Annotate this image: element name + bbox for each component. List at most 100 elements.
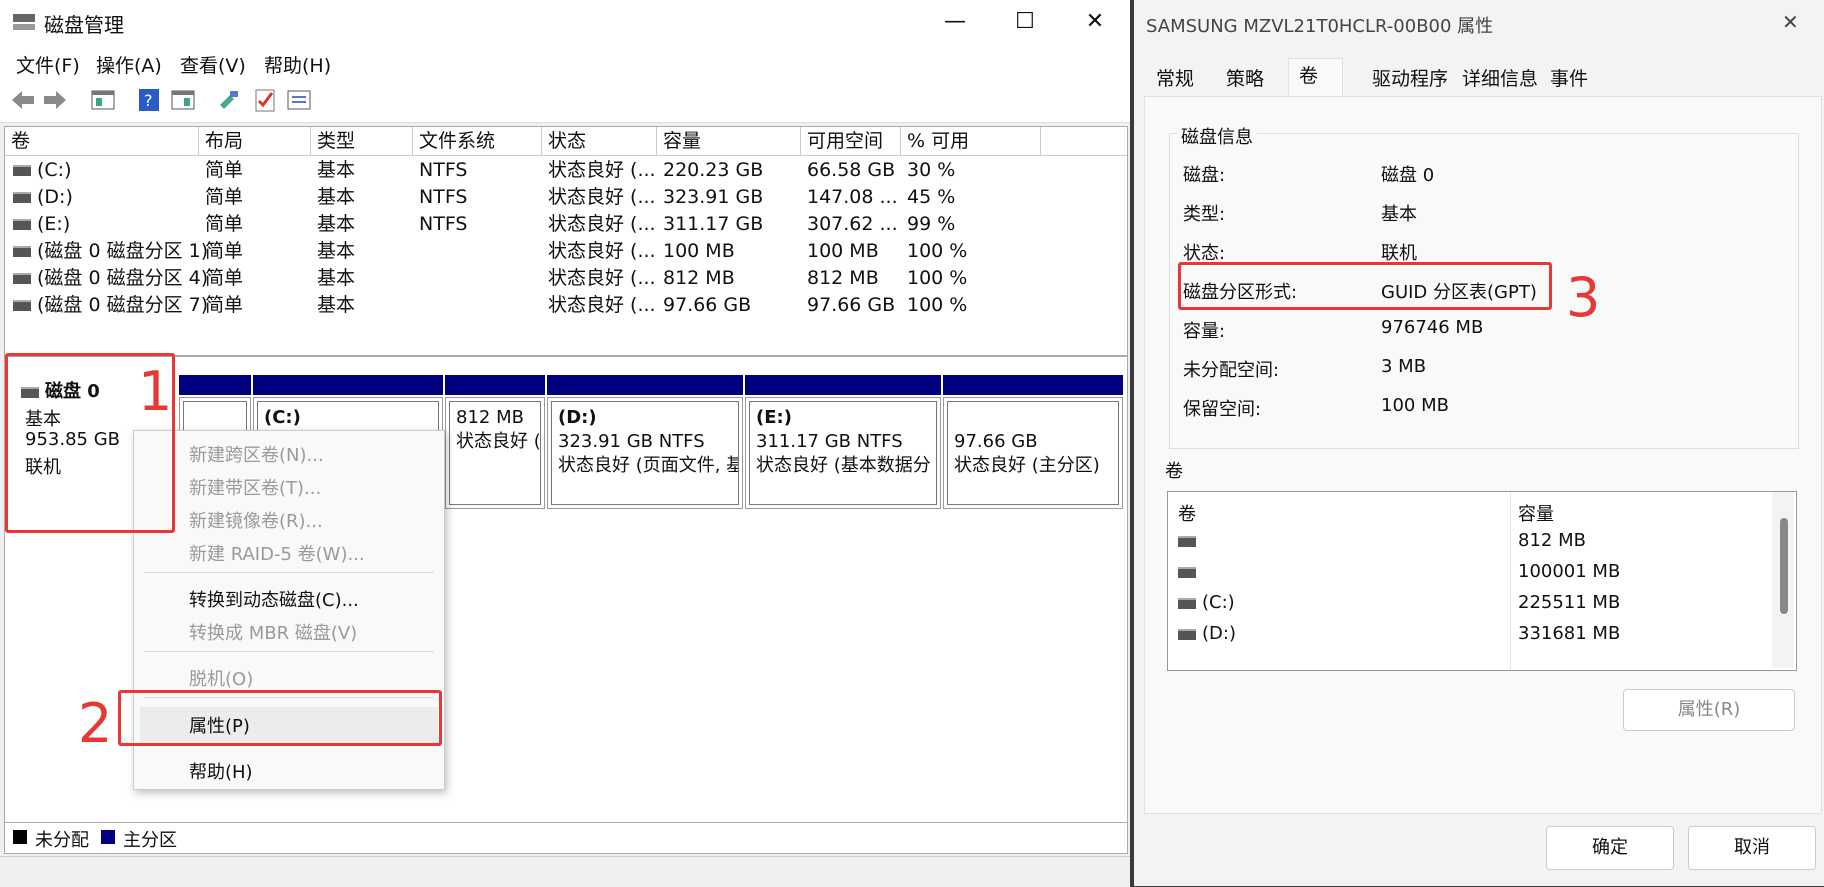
legend-primary-label: 主分区 [123,830,177,851]
info-value-unallocated: 3 MB [1381,356,1427,377]
partition-header-bar [547,375,743,395]
menu-item-new-raid5[interactable]: 新建 RAID-5 卷(W)... [189,540,365,566]
ok-button[interactable]: 确定 [1546,826,1674,870]
table-cell: 状态良好 (... [548,240,656,262]
forward-arrow-icon[interactable] [42,87,68,113]
volumes-scrollbar[interactable] [1772,492,1794,668]
table-cell: (D:) [13,184,73,211]
table-cell: 99 % [907,213,956,235]
volume-row[interactable]: (C:) [1178,592,1235,613]
col-header-volume[interactable]: 卷 [5,127,199,156]
connect-icon[interactable] [216,87,242,113]
col-header-filler [1041,127,1127,156]
table-cell: (磁盘 0 磁盘分区 1) [13,238,208,265]
menu-bar: 文件(F) 操作(A) 查看(V) 帮助(H) [0,44,1130,80]
table-cell: 97.66 GB [807,294,896,316]
table-cell: 基本 [317,159,356,181]
menu-view[interactable]: 查看(V) [180,51,246,78]
menu-item-new-striped[interactable]: 新建带区卷(T)... [189,474,321,500]
table-cell: 状态良好 (... [548,213,656,235]
table-cell: 220.23 GB [663,159,764,181]
console-tree-icon[interactable] [90,87,116,113]
legend-primary-swatch [101,830,115,844]
table-row[interactable]: (E:) 简单 基本 NTFS 状态良好 (... 311.17 GB 307.62 ...… [5,211,1127,238]
table-cell: 812 MB [663,267,735,289]
volume-row[interactable]: (D:) [1178,623,1236,644]
menu-action[interactable]: 操作(A) [96,51,162,78]
table-row[interactable]: (D:) 简单 基本 NTFS 状态良好 (... 323.91 GB 147.08 ...… [5,184,1127,211]
tab-events[interactable]: 事件 [1540,62,1598,96]
menu-file[interactable]: 文件(F) [16,51,80,78]
table-cell: 基本 [317,294,356,316]
dialog-title: SAMSUNG MZVL21T0HCLR-00B00 属性 [1146,16,1494,37]
col-header-type[interactable]: 类型 [311,127,413,156]
col-header-free-space[interactable]: 可用空间 [801,127,901,156]
info-label-unallocated: 未分配空间: [1183,360,1280,381]
tab-volumes[interactable]: 卷 [1288,58,1344,97]
info-value-type: 基本 [1381,204,1417,225]
volume-row-size: 331681 MB [1518,623,1621,644]
properties-list-icon[interactable] [286,87,312,113]
info-value-capacity: 976746 MB [1381,317,1484,338]
minimize-button[interactable]: — [920,0,990,44]
tab-policies[interactable]: 策略 [1216,62,1274,96]
table-cell: 30 % [907,159,956,181]
partition-primary-unnamed[interactable]: 97.66 GB 状态良好 (主分区) [943,397,1123,509]
table-cell: 45 % [907,186,956,208]
help-icon[interactable]: ? [136,87,162,113]
table-row[interactable]: (磁盘 0 磁盘分区 7) 简单 基本 状态良好 (... 97.66 GB 97.66 … [5,292,1127,319]
table-cell: 100 % [907,294,968,316]
table-row[interactable]: (磁盘 0 磁盘分区 4) 简单 基本 状态良好 (... 812 MB 812 MB 10… [5,265,1127,292]
table-cell: 100 % [907,240,968,262]
table-cell: 基本 [317,267,356,289]
menu-help[interactable]: 帮助(H) [264,51,331,78]
partition-recovery[interactable]: 812 MB 状态良好 ( [445,397,545,509]
table-row[interactable]: (磁盘 0 磁盘分区 1) 简单 基本 状态良好 (... 100 MB 100 MB 10… [5,238,1127,265]
table-cell: 323.91 GB [663,186,764,208]
info-label-type: 类型: [1183,204,1226,225]
table-row[interactable]: (C:) 简单 基本 NTFS 状态良好 (... 220.23 GB 66.58 GB 30… [5,157,1127,184]
tab-general[interactable]: 常规 [1146,62,1204,96]
checklist-icon[interactable] [252,87,278,113]
show-pane-icon[interactable] [170,87,196,113]
vol-col-header-capacity[interactable]: 容量 [1518,500,1554,526]
dialog-close-button[interactable]: ✕ [1782,10,1799,34]
volume-properties-button[interactable]: 属性(R) [1623,689,1795,731]
table-cell: 97.66 GB [663,294,752,316]
volume-row[interactable] [1178,530,1202,551]
col-header-percent-free[interactable]: % 可用 [901,127,1041,156]
table-cell: 100 MB [663,240,735,262]
menu-separator [144,651,434,652]
volume-icon [13,273,31,284]
volume-icon [13,219,31,230]
vol-col-header-volume[interactable]: 卷 [1178,500,1196,526]
close-button[interactable]: ✕ [1060,0,1130,44]
table-cell: 状态良好 (... [548,267,656,289]
col-header-capacity[interactable]: 容量 [657,127,801,156]
table-cell: 简单 [205,186,244,208]
col-header-layout[interactable]: 布局 [199,127,311,156]
menu-item-new-mirrored[interactable]: 新建镜像卷(R)... [189,507,323,533]
tab-details[interactable]: 详细信息 [1452,62,1548,96]
tab-driver[interactable]: 驱动程序 [1362,62,1458,96]
partition-d[interactable]: (D:) 323.91 GB NTFS 状态良好 (页面文件, 基 [547,397,743,509]
scrollbar-thumb[interactable] [1780,518,1788,614]
back-arrow-icon[interactable] [10,87,36,113]
volume-row-size: 812 MB [1518,530,1586,551]
menu-item-offline[interactable]: 脱机(O) [189,665,253,691]
cancel-button[interactable]: 取消 [1688,826,1816,870]
menu-item-convert-mbr[interactable]: 转换成 MBR 磁盘(V) [189,619,357,645]
info-value-reserved: 100 MB [1381,395,1449,416]
volume-icon [13,165,31,176]
partition-e[interactable]: (E:) 311.17 GB NTFS 状态良好 (基本数据分 [745,397,941,509]
col-header-filesystem[interactable]: 文件系统 [413,127,542,156]
menu-item-help[interactable]: 帮助(H) [189,758,253,784]
col-header-status[interactable]: 状态 [542,127,657,156]
maximize-button[interactable]: ☐ [990,0,1060,44]
menu-item-new-spanned[interactable]: 新建跨区卷(N)... [189,441,324,467]
menu-item-convert-dynamic[interactable]: 转换到动态磁盘(C)... [189,586,359,612]
svg-text:?: ? [144,91,153,110]
volume-row[interactable] [1178,561,1202,582]
table-cell: 基本 [317,213,356,235]
table-cell: 简单 [205,213,244,235]
